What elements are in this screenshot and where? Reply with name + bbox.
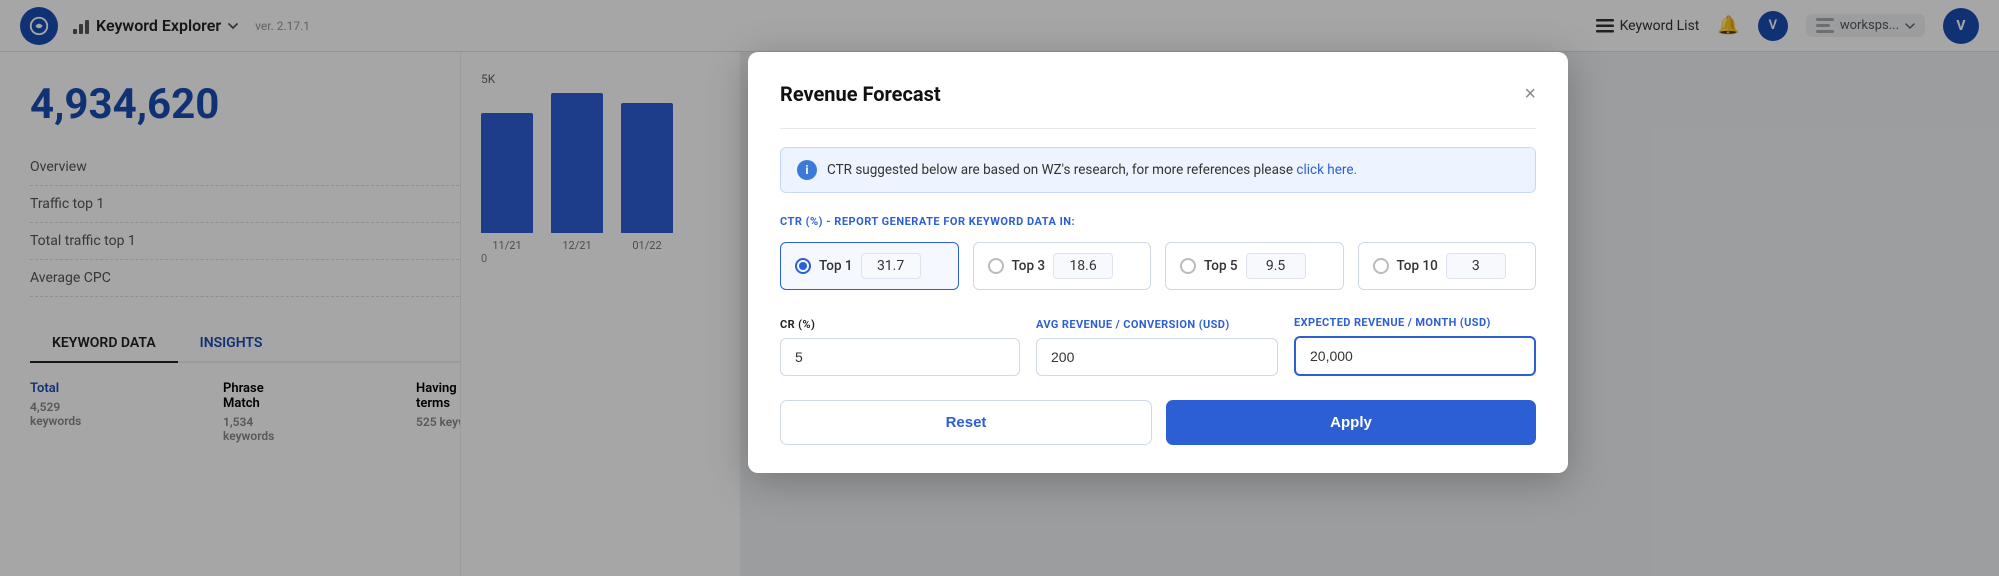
modal-title: Revenue Forecast <box>780 82 941 106</box>
ctr-radio-2 <box>1180 258 1196 274</box>
expected-field-group: EXPECTED REVENUE / MONTH (USD) <box>1294 316 1536 376</box>
ctr-option-label: Top 3 <box>1012 258 1046 274</box>
revenue-forecast-modal: Revenue Forecast × i CTR suggested below… <box>748 52 1568 473</box>
ctr-option-top1[interactable]: Top 1 31.7 <box>780 242 959 290</box>
info-banner: i CTR suggested below are based on WZ's … <box>780 147 1536 193</box>
cr-field-group: CR (%) <box>780 318 1020 376</box>
ctr-radio-3 <box>1373 258 1389 274</box>
expected-label: EXPECTED REVENUE / MONTH (USD) <box>1294 316 1536 329</box>
ctr-radio-0 <box>795 258 811 274</box>
ctr-option-label: Top 10 <box>1397 258 1438 274</box>
info-icon: i <box>797 160 817 180</box>
buttons-row: Reset Apply <box>780 400 1536 445</box>
info-link[interactable]: click here. <box>1296 162 1357 178</box>
info-text: CTR suggested below are based on WZ's re… <box>827 162 1357 178</box>
ctr-option-value: 9.5 <box>1246 253 1306 279</box>
modal-close-button[interactable]: × <box>1524 84 1536 104</box>
cr-input[interactable] <box>780 338 1020 376</box>
ctr-option-top5[interactable]: Top 5 9.5 <box>1165 242 1344 290</box>
fields-row: CR (%) AVG REVENUE / CONVERSION (USD) EX… <box>780 316 1536 376</box>
ctr-option-value: 3 <box>1446 253 1506 279</box>
ctr-options-row: Top 1 31.7 Top 3 18.6 Top 5 9.5 Top 10 3 <box>780 242 1536 290</box>
ctr-option-top3[interactable]: Top 3 18.6 <box>973 242 1152 290</box>
ctr-option-value: 31.7 <box>861 253 921 279</box>
modal-header: Revenue Forecast × <box>780 82 1536 106</box>
apply-button[interactable]: Apply <box>1166 400 1536 445</box>
ctr-option-value: 18.6 <box>1053 253 1113 279</box>
reset-button[interactable]: Reset <box>780 400 1152 445</box>
cr-label: CR (%) <box>780 318 1020 331</box>
ctr-radio-1 <box>988 258 1004 274</box>
avg-label: AVG REVENUE / CONVERSION (USD) <box>1036 318 1278 331</box>
modal-divider <box>780 128 1536 129</box>
ctr-option-top10[interactable]: Top 10 3 <box>1358 242 1537 290</box>
ctr-section-label: CTR (%) - REPORT GENERATE FOR KEYWORD DA… <box>780 215 1536 228</box>
avg-input[interactable] <box>1036 338 1278 376</box>
avg-field-group: AVG REVENUE / CONVERSION (USD) <box>1036 318 1278 376</box>
expected-input[interactable] <box>1294 336 1536 376</box>
ctr-option-label: Top 5 <box>1204 258 1238 274</box>
ctr-option-label: Top 1 <box>819 258 853 274</box>
